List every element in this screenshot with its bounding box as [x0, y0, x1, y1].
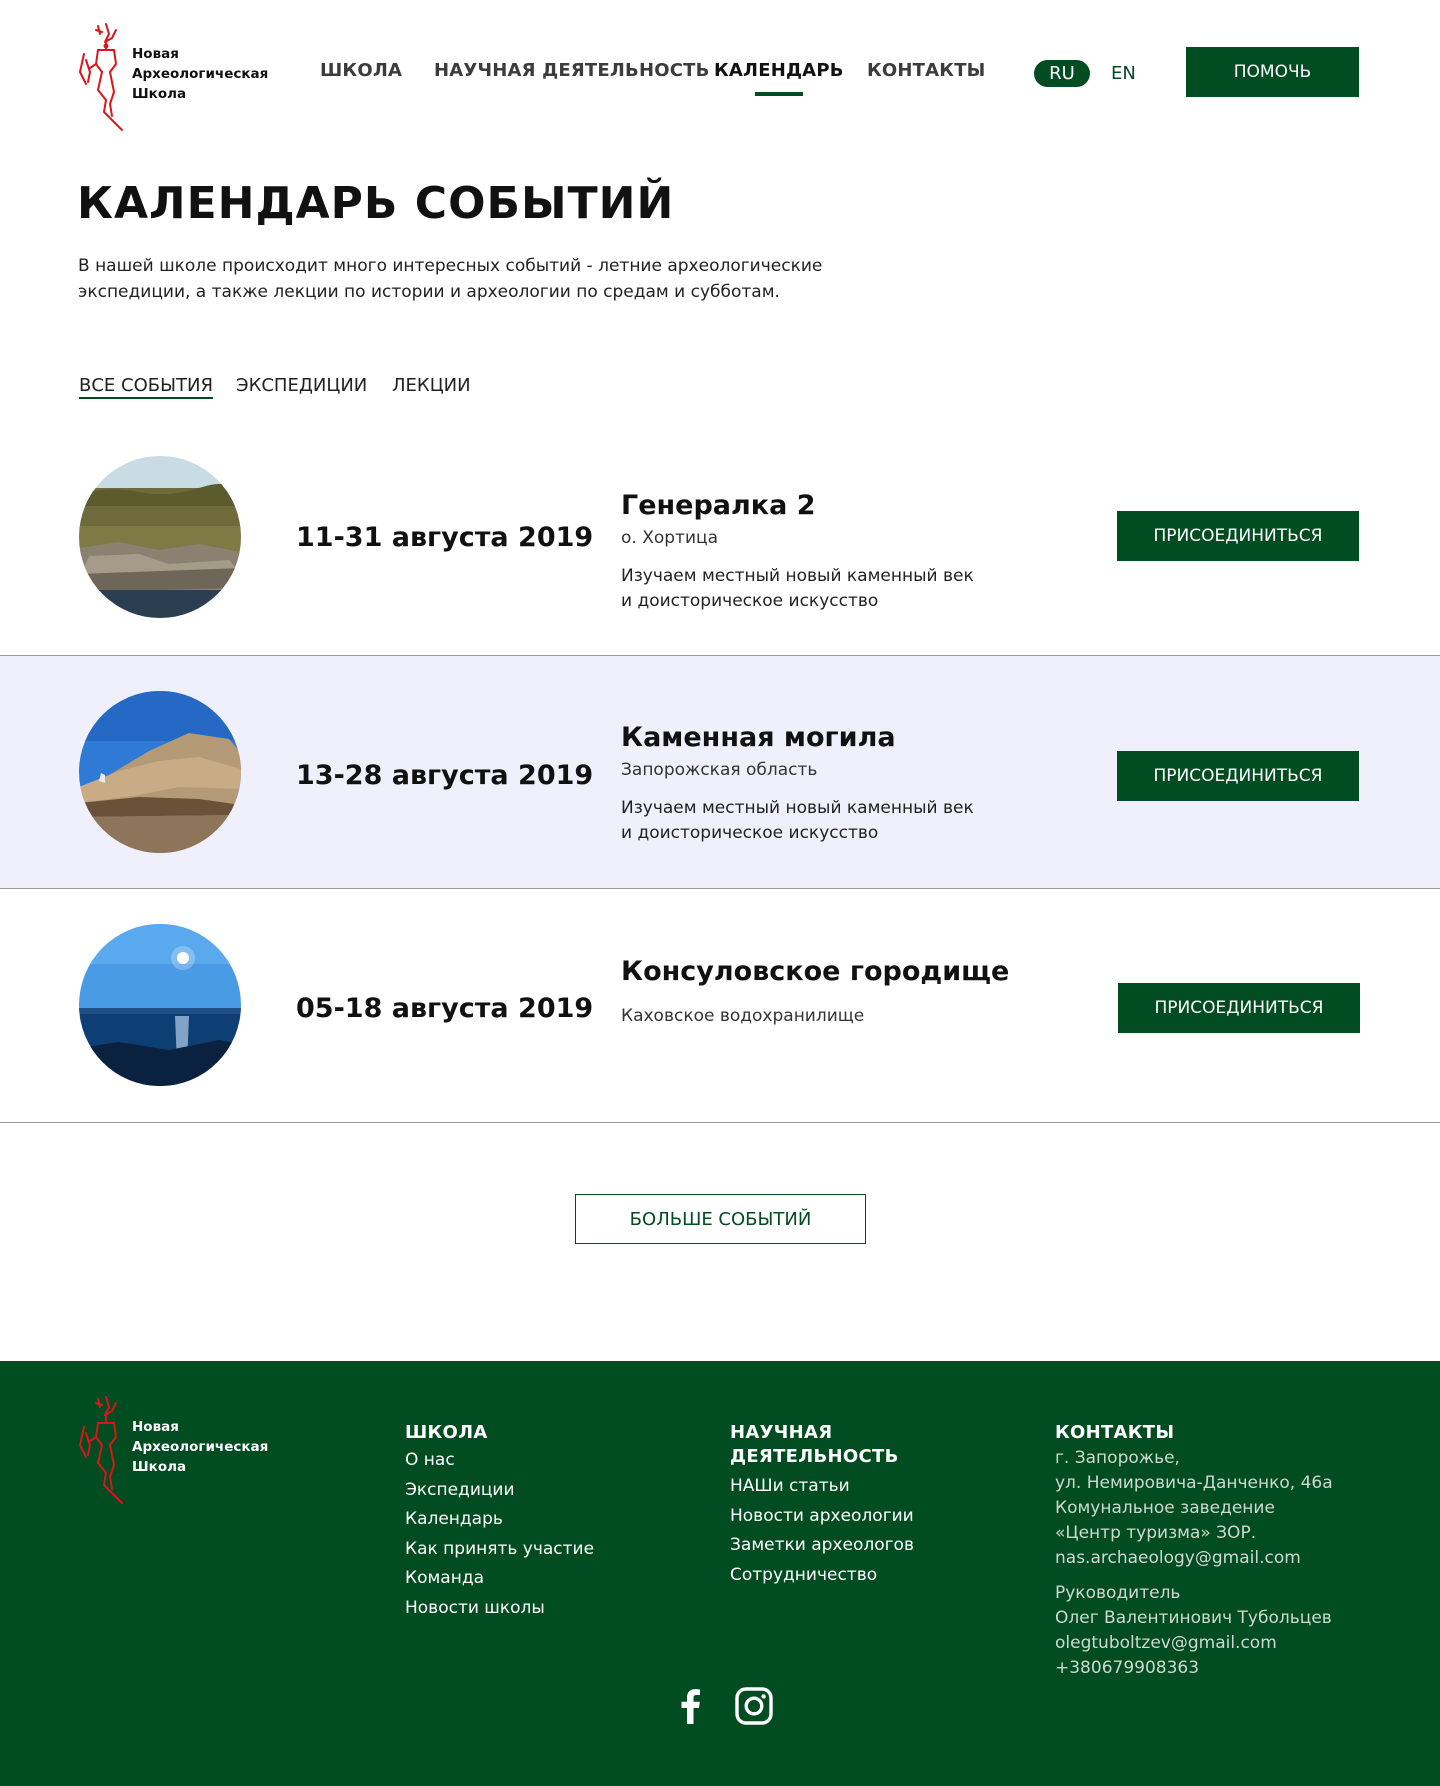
address-line: «Центр туризма» ЗОР.: [1055, 1523, 1257, 1543]
address-line: г. Запорожье,: [1055, 1448, 1180, 1468]
footer-link[interactable]: Экспедиции: [405, 1476, 594, 1506]
event-photo-rocks: [79, 691, 241, 853]
footer-link[interactable]: Команда: [405, 1564, 594, 1594]
page-intro: В нашей школе происходит много интересны…: [78, 253, 838, 305]
contact-email[interactable]: nas.archaeology@gmail.com: [1055, 1546, 1333, 1571]
event-title: Консуловское городище: [621, 956, 1010, 987]
row-divider: [0, 1122, 1440, 1123]
contact-phone[interactable]: +380679908363: [1055, 1656, 1333, 1681]
footer-address: г. Запорожье, ул. Немировича-Данченко, 4…: [1055, 1446, 1333, 1571]
lang-ru-toggle[interactable]: RU: [1034, 60, 1090, 87]
event-description: Изучаем местный новый каменный век и дои…: [621, 796, 981, 846]
logo-figure-icon: [79, 1396, 123, 1504]
page-title: КАЛЕНДАРЬ СОБЫТИЙ: [77, 178, 675, 229]
event-date: 13-28 августа 2019: [296, 760, 594, 791]
help-button[interactable]: ПОМОЧЬ: [1186, 47, 1359, 97]
intro-line-2: экспедиции, а также лекции по истории и …: [78, 282, 780, 302]
footer-logo[interactable]: Новая Археологическая Школа: [76, 1393, 276, 1505]
event-photo-steppe: [79, 456, 241, 618]
contact-name: Олег Валентинович Тубольцев: [1055, 1608, 1332, 1628]
event-date: 11-31 августа 2019: [296, 522, 594, 553]
footer-head-person: Руководитель Олег Валентинович Тубольцев…: [1055, 1581, 1333, 1681]
event-place: о. Хортица: [621, 528, 718, 548]
event-row: 11-31 августа 2019 Генералка 2 о. Хортиц…: [0, 440, 1440, 655]
contact-email[interactable]: olegtuboltzev@gmail.com: [1055, 1631, 1333, 1656]
footer-heading: ШКОЛА: [405, 1422, 488, 1443]
footer-heading: КОНТАКТЫ: [1055, 1422, 1175, 1443]
nav-item-contacts[interactable]: КОНТАКТЫ: [867, 60, 986, 81]
footer-link[interactable]: Заметки археологов: [730, 1531, 914, 1561]
join-button[interactable]: ПРИСОЕДИНИТЬСЯ: [1117, 511, 1359, 561]
nav-item-calendar-label: КАЛЕНДАРЬ: [714, 60, 844, 81]
landscape-photo-icon: [79, 924, 241, 1086]
landscape-photo-icon: [79, 456, 241, 618]
footer-link[interactable]: НАШи статьи: [730, 1472, 914, 1502]
join-button[interactable]: ПРИСОЕДИНИТЬСЯ: [1118, 983, 1360, 1033]
logo-text: Новая Археологическая Школа: [132, 44, 268, 104]
nav-active-underline: [754, 92, 803, 96]
event-title: Каменная могила: [621, 722, 896, 753]
footer-col-contacts: КОНТАКТЫ г. Запорожье, ул. Немировича-Да…: [1055, 1421, 1333, 1681]
more-events-button[interactable]: БОЛЬШЕ СОБЫТИЙ: [575, 1194, 866, 1244]
tab-expeditions[interactable]: ЭКСПЕДИЦИИ: [236, 375, 367, 396]
footer-heading: НАУЧНАЯ ДЕЯТЕЛЬНОСТЬ: [730, 1421, 914, 1469]
logo-line-3: Школа: [132, 1459, 187, 1475]
site-logo[interactable]: Новая Археологическая Школа: [76, 20, 276, 132]
logo-figure-icon: [79, 23, 123, 131]
facebook-icon[interactable]: [671, 1686, 711, 1726]
nav-item-science[interactable]: НАУЧНАЯ ДЕЯТЕЛЬНОСТЬ: [434, 60, 710, 81]
landscape-photo-icon: [79, 691, 241, 853]
footer-heading-line-1: НАУЧНАЯ: [730, 1422, 833, 1443]
footer-link[interactable]: Новости школы: [405, 1594, 594, 1624]
footer-col-science: НАУЧНАЯ ДЕЯТЕЛЬНОСТЬ НАШи статьи Новости…: [730, 1421, 914, 1590]
footer-link[interactable]: Календарь: [405, 1505, 594, 1535]
event-desc-line-1: Изучаем местный новый каменный век: [621, 566, 974, 586]
address-line: ул. Немировича-Данченко, 46а: [1055, 1473, 1333, 1493]
footer-link[interactable]: Новости археологии: [730, 1502, 914, 1532]
event-place: Запорожская область: [621, 760, 818, 780]
lang-en-toggle[interactable]: EN: [1111, 60, 1136, 87]
footer-link[interactable]: Как принять участие: [405, 1535, 594, 1565]
footer-link[interactable]: О нас: [405, 1446, 594, 1476]
event-desc-line-2: и доисторическое искусство: [621, 823, 879, 843]
footer-heading-line-2: ДЕЯТЕЛЬНОСТЬ: [730, 1446, 899, 1467]
tab-all-events[interactable]: ВСЕ СОБЫТИЯ: [79, 375, 213, 399]
address-line: Комунальное заведение: [1055, 1498, 1275, 1518]
logo-line-2: Археологическая: [132, 66, 269, 82]
logo-text: Новая Археологическая Школа: [132, 1417, 268, 1477]
footer-link[interactable]: Сотрудничество: [730, 1561, 914, 1591]
event-date: 05-18 августа 2019: [296, 993, 594, 1024]
event-row: 13-28 августа 2019 Каменная могила Запор…: [0, 656, 1440, 888]
event-desc-line-1: Изучаем местный новый каменный век: [621, 798, 974, 818]
footer-col-school: ШКОЛА О нас Экспедиции Календарь Как при…: [405, 1421, 594, 1623]
nav-item-calendar[interactable]: КАЛЕНДАРЬ: [714, 60, 844, 96]
intro-line-1: В нашей школе происходит много интересны…: [78, 256, 823, 276]
event-photo-moon-water: [79, 924, 241, 1086]
site-footer: Новая Археологическая Школа ШКОЛА О нас …: [0, 1361, 1440, 1786]
event-title: Генералка 2: [621, 490, 816, 521]
instagram-icon[interactable]: [734, 1686, 774, 1726]
event-desc-line-2: и доисторическое искусство: [621, 591, 879, 611]
logo-line-1: Новая: [132, 1419, 179, 1435]
event-description: Изучаем местный новый каменный век и дои…: [621, 564, 981, 614]
nav-item-school[interactable]: ШКОЛА: [320, 60, 402, 81]
site-header: Новая Археологическая Школа ШКОЛА НАУЧНА…: [0, 0, 1440, 140]
logo-line-2: Археологическая: [132, 1439, 269, 1455]
logo-line-1: Новая: [132, 46, 179, 62]
event-row: 05-18 августа 2019 Консуловское городище…: [0, 889, 1440, 1122]
event-place: Каховское водохранилище: [621, 1006, 865, 1026]
tab-lectures[interactable]: ЛЕКЦИИ: [392, 375, 471, 396]
join-button[interactable]: ПРИСОЕДИНИТЬСЯ: [1117, 751, 1359, 801]
logo-line-3: Школа: [132, 86, 187, 102]
contact-role: Руководитель: [1055, 1583, 1181, 1603]
